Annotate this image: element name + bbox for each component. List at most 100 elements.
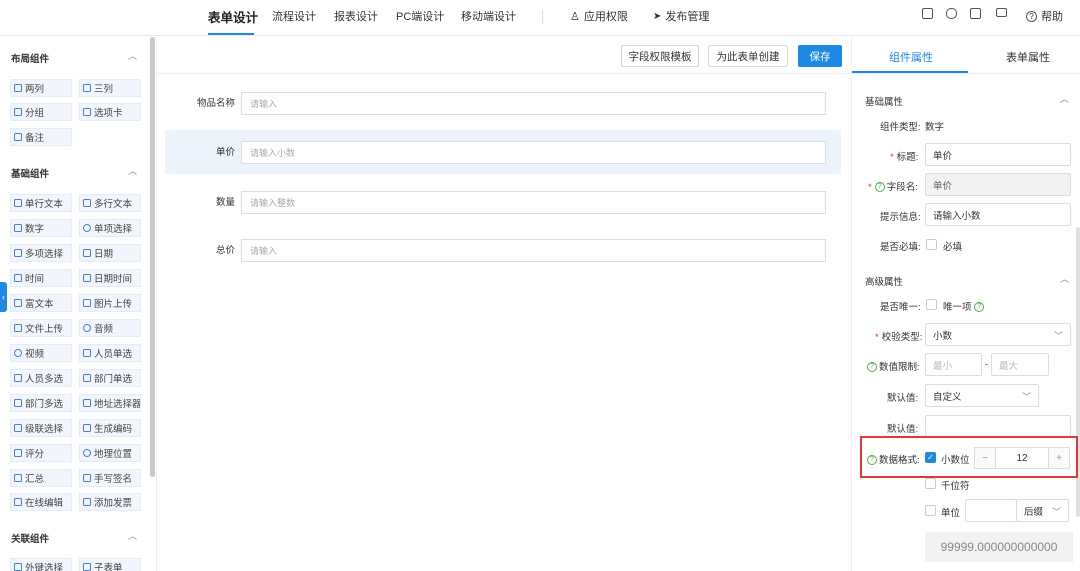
field-label: 物品名称	[196, 98, 235, 109]
component-signature[interactable]: 手写签名	[79, 469, 141, 487]
save-button[interactable]: 保存	[798, 45, 842, 67]
publish-manage-button[interactable]: ➤ 发布管理	[653, 8, 709, 24]
collapse-left-panel-button[interactable]: ‹	[0, 282, 7, 312]
component-single-text[interactable]: 单行文本	[10, 194, 72, 212]
field-input-unit-price[interactable]: 请输入小数	[241, 141, 826, 164]
columns-icon	[14, 84, 22, 92]
range-max-input[interactable]: 最大	[991, 353, 1049, 376]
decimal-stepper[interactable]: − 12 +	[974, 447, 1070, 469]
help-button[interactable]: ? 帮助	[1026, 8, 1063, 24]
unit-checkbox[interactable]	[925, 505, 936, 516]
hint-input[interactable]: 请输入小数	[925, 203, 1071, 226]
unique-checkbox[interactable]	[926, 299, 937, 310]
component-note[interactable]: 备注	[10, 128, 72, 146]
code-icon[interactable]	[970, 8, 981, 19]
field-input-total[interactable]: 请输入	[241, 239, 826, 262]
component-online-edit[interactable]: 在线编辑	[10, 493, 72, 511]
field-name-input[interactable]: 单价	[925, 173, 1071, 196]
component-multi-user[interactable]: 人员多选	[10, 369, 72, 387]
component-video[interactable]: 视频	[10, 344, 72, 362]
component-file-upload[interactable]: 文件上传	[10, 319, 72, 337]
required-checkbox[interactable]	[926, 239, 937, 250]
tab-pc-design[interactable]: PC端设计	[396, 8, 444, 24]
default-value-input[interactable]	[925, 415, 1071, 438]
form-field-row[interactable]: 数量 请输入整数	[165, 180, 841, 224]
thousands-checkbox[interactable]	[925, 478, 936, 489]
form-field-row[interactable]: 总价 请输入	[165, 228, 841, 272]
chevron-up-icon[interactable]: ︿	[1060, 272, 1069, 285]
tab-report-design[interactable]: 报表设计	[334, 8, 378, 24]
decimal-value[interactable]: 12	[995, 448, 1049, 468]
tab-form-props[interactable]: 表单属性	[1006, 49, 1050, 65]
component-three-column[interactable]: 三列	[79, 79, 141, 97]
component-summary[interactable]: 汇总	[10, 469, 72, 487]
component-single-dept[interactable]: 部门单选	[79, 369, 141, 387]
tab-mobile-design[interactable]: 移动端设计	[461, 8, 516, 24]
field-input-quantity[interactable]: 请输入整数	[241, 191, 826, 214]
default-type-select[interactable]: 自定义 ﹀	[925, 384, 1039, 407]
chevron-up-icon[interactable]: ︿	[128, 529, 137, 542]
component-number[interactable]: 数字	[10, 219, 72, 237]
component-audio[interactable]: 音频	[79, 319, 141, 337]
component-sub-form[interactable]: 子表单	[79, 558, 141, 571]
number-icon	[14, 224, 22, 232]
component-multi-text[interactable]: 多行文本	[79, 194, 141, 212]
component-date[interactable]: 日期	[79, 244, 141, 262]
chevron-up-icon[interactable]: ︿	[128, 49, 137, 62]
group-title-basic: 基础组件	[11, 169, 50, 180]
star-icon	[14, 449, 22, 457]
component-tabs[interactable]: 选项卡	[79, 103, 141, 121]
component-time[interactable]: 时间	[10, 269, 72, 287]
tab-flow-design[interactable]: 流程设计	[272, 8, 316, 24]
component-image-upload[interactable]: 图片上传	[79, 294, 141, 312]
component-address[interactable]: 地址选择器	[79, 394, 141, 412]
component-code-gen[interactable]: 生成编码	[79, 419, 141, 437]
file-icon[interactable]	[922, 8, 933, 19]
field-permission-template-button[interactable]: 字段权限模板	[621, 45, 699, 67]
component-single-select[interactable]: 单项选择	[79, 219, 141, 237]
chevron-up-icon[interactable]: ︿	[1060, 92, 1069, 105]
component-foreign-key[interactable]: 外键选择	[10, 558, 72, 571]
minus-icon[interactable]: −	[975, 448, 995, 468]
title-label: * 标题:	[890, 152, 919, 163]
app-permission-button[interactable]: ♙ 应用权限	[570, 8, 628, 24]
title-input[interactable]: 单价	[925, 143, 1071, 166]
chevron-down-icon: ﹀	[1021, 392, 1031, 402]
decimal-checkbox[interactable]: ✓	[925, 452, 936, 463]
component-two-column[interactable]: 两列	[10, 79, 72, 97]
tab-form-design[interactable]: 表单设计	[208, 7, 258, 26]
component-rating[interactable]: 评分	[10, 444, 72, 462]
form-field-row[interactable]: 物品名称 请输入	[165, 81, 841, 125]
component-multi-select[interactable]: 多项选择	[10, 244, 72, 262]
preview-icon[interactable]	[946, 8, 957, 19]
component-group[interactable]: 分组	[10, 103, 72, 121]
user-icon	[83, 349, 91, 357]
component-invoice[interactable]: 添加发票	[79, 493, 141, 511]
edit-icon	[14, 498, 22, 506]
component-multi-dept[interactable]: 部门多选	[10, 394, 72, 412]
plus-icon[interactable]: +	[1049, 448, 1069, 468]
component-geo-location[interactable]: 地理位置	[79, 444, 141, 462]
unit-position-select[interactable]: 后缀 ﹀	[1016, 499, 1069, 522]
monitor-icon[interactable]	[996, 8, 1007, 17]
range-min-input[interactable]: 最小	[925, 353, 982, 376]
component-cascade[interactable]: 级联选择	[10, 419, 72, 437]
component-rich-text[interactable]: 富文本	[10, 294, 72, 312]
palette-scrollbar[interactable]	[150, 37, 155, 477]
tab-component-props[interactable]: 组件属性	[889, 49, 933, 65]
component-single-user[interactable]: 人员单选	[79, 344, 141, 362]
create-for-form-button[interactable]: 为此表单创建	[708, 45, 788, 67]
users-icon	[14, 374, 22, 382]
audio-icon	[83, 324, 91, 332]
field-input-item-name[interactable]: 请输入	[241, 92, 826, 115]
unique-label: 是否唯一:	[880, 302, 921, 313]
field-label: 数量	[215, 197, 235, 208]
form-field-row-selected[interactable]: 单价 请输入小数	[165, 130, 841, 174]
validate-type-select[interactable]: 小数 ﹀	[925, 323, 1071, 346]
upload-icon	[14, 324, 22, 332]
unit-input[interactable]	[965, 499, 1017, 522]
cascade-icon	[14, 424, 22, 432]
component-datetime[interactable]: 日期时间	[79, 269, 141, 287]
chevron-up-icon[interactable]: ︿	[128, 164, 137, 177]
org-icon	[83, 374, 91, 382]
